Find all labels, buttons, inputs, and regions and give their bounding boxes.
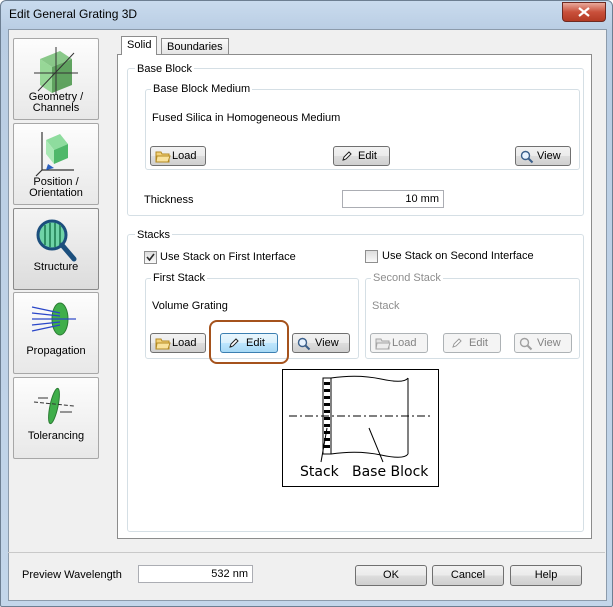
tolerancing-icon	[33, 387, 75, 425]
use-first-stack-label: Use Stack on First Interface	[160, 251, 296, 263]
first-stack-value: Volume Grating	[152, 300, 228, 312]
check-icon	[146, 253, 155, 262]
close-button[interactable]	[562, 2, 606, 22]
button-label: View	[537, 150, 561, 162]
footer-separator	[8, 552, 605, 553]
thickness-label: Thickness	[144, 194, 194, 206]
first-stack-title: First Stack	[151, 272, 207, 284]
sidebar-item-position[interactable]: Position / Orientation	[13, 123, 99, 205]
button-label: Load	[392, 337, 417, 349]
sidebar-item-propagation[interactable]: Propagation	[13, 292, 99, 374]
stack-diagram: Stack Base Block	[282, 369, 439, 487]
preview-wavelength-label: Preview Wavelength	[22, 569, 122, 581]
second-stack-edit-button[interactable]: Edit	[443, 333, 501, 353]
base-block-medium-title: Base Block Medium	[151, 83, 253, 95]
folder-icon	[375, 338, 391, 350]
edit-button-highlight	[209, 320, 289, 364]
sidebar-label-line1: Propagation	[26, 345, 86, 357]
second-stack-value: Stack	[372, 300, 400, 312]
sidebar-label-line2: Channels	[32, 102, 80, 114]
title-bar: Edit General Grating 3D	[1, 1, 612, 29]
folder-icon	[155, 338, 171, 350]
cancel-button[interactable]: Cancel	[432, 565, 504, 586]
base-edit-button[interactable]: Edit	[333, 146, 390, 166]
pencil-icon	[452, 338, 462, 348]
pencil-icon	[342, 151, 352, 161]
structure-icon	[36, 219, 77, 262]
tab-boundaries[interactable]: Boundaries	[161, 38, 229, 55]
sidebar-label-line1: Tolerancing	[27, 430, 85, 442]
window-title: Edit General Grating 3D	[9, 7, 138, 21]
base-load-button[interactable]: Load	[150, 146, 206, 166]
folder-icon	[155, 151, 171, 163]
diagram-base-block-label: Base Block	[352, 464, 429, 480]
button-label: Edit	[469, 337, 488, 349]
propagation-icon	[31, 302, 76, 336]
ok-button[interactable]: OK	[355, 565, 427, 586]
tab-solid[interactable]: Solid	[121, 36, 158, 55]
magnifier-icon	[520, 150, 534, 164]
close-icon	[578, 7, 590, 17]
use-second-stack-label: Use Stack on Second Interface	[382, 250, 534, 262]
button-label: Load	[172, 337, 197, 349]
base-view-button[interactable]: View	[515, 146, 571, 166]
sidebar-item-structure[interactable]: Structure	[13, 208, 99, 290]
first-stack-view-button[interactable]: View	[292, 333, 350, 353]
position-icon	[35, 132, 74, 177]
stacks-title: Stacks	[135, 229, 173, 241]
magnifier-icon	[519, 337, 533, 351]
second-stack-load-button[interactable]: Load	[370, 333, 428, 353]
medium-value: Fused Silica in Homogeneous Medium	[152, 112, 341, 124]
sidebar-item-geometry[interactable]: Geometry / Channels	[13, 38, 99, 120]
button-label: Load	[172, 150, 197, 162]
first-stack-load-button[interactable]: Load	[150, 333, 206, 353]
sidebar-label-line1: Structure	[33, 261, 79, 273]
button-label: View	[537, 337, 561, 349]
diagram-stack-label: Stack	[300, 464, 339, 480]
use-first-stack-checkbox[interactable]	[144, 251, 157, 264]
button-label: Edit	[358, 150, 377, 162]
button-label: View	[315, 337, 339, 349]
help-button[interactable]: Help	[510, 565, 582, 586]
base-block-title: Base Block	[135, 63, 195, 75]
sidebar-item-tolerancing[interactable]: Tolerancing	[13, 377, 99, 459]
geometry-icon	[34, 47, 78, 95]
thickness-input[interactable]: 10 mm	[342, 190, 444, 208]
preview-wavelength-input[interactable]: 532 nm	[138, 565, 253, 583]
sidebar-label-line2: Orientation	[29, 187, 83, 199]
use-second-stack-checkbox[interactable]	[365, 250, 378, 263]
second-stack-title: Second Stack	[371, 272, 443, 284]
magnifier-icon	[297, 337, 311, 351]
second-stack-view-button[interactable]: View	[514, 333, 572, 353]
